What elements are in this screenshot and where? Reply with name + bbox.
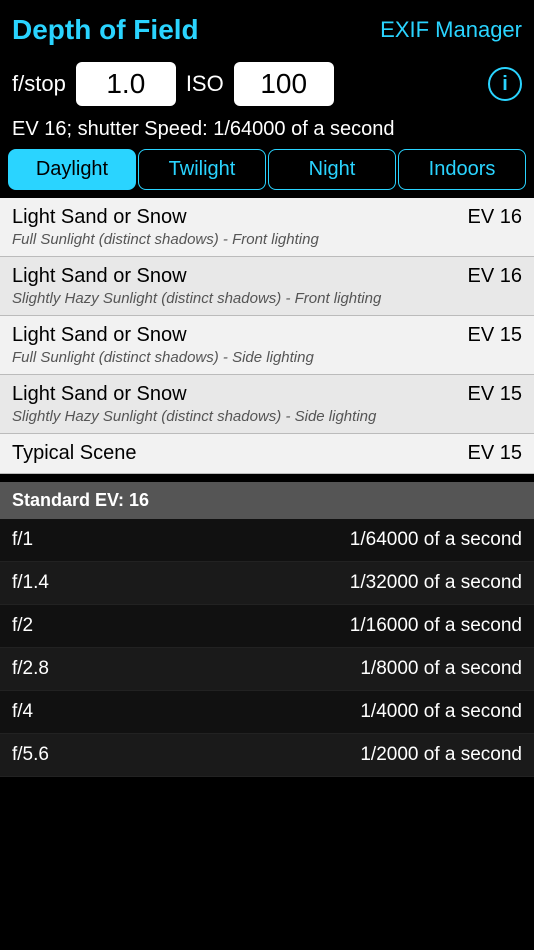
tab-indoors[interactable]: Indoors xyxy=(398,149,526,190)
ev-fstop: f/2.8 xyxy=(12,658,49,680)
ev-table-header: Standard EV: 16 xyxy=(0,482,534,519)
scene-ev: EV 15 xyxy=(468,383,522,406)
scene-name: Light Sand or Snow xyxy=(12,265,187,288)
scene-item[interactable]: Typical Scene EV 15 xyxy=(0,434,534,474)
tab-twilight[interactable]: Twilight xyxy=(138,149,266,190)
scene-ev: EV 16 xyxy=(468,206,522,229)
ev-table: Standard EV: 16 f/11/64000 of a secondf/… xyxy=(0,482,534,777)
scene-item[interactable]: Light Sand or Snow EV 16 Full Sunlight (di… xyxy=(0,198,534,257)
scene-name: Light Sand or Snow xyxy=(12,383,187,406)
ev-fstop: f/4 xyxy=(12,701,33,723)
app-title: Depth of Field xyxy=(12,14,199,46)
controls-row: f/stop ISO i xyxy=(0,56,534,112)
fstop-label: f/stop xyxy=(12,71,66,97)
scene-desc: Slightly Hazy Sunlight (distinct shadows… xyxy=(12,408,522,425)
fstop-input[interactable] xyxy=(76,62,176,106)
ev-table-rows: f/1 1/64000 of a second f/1.4 1/32000 of a … xyxy=(0,519,534,777)
scene-item[interactable]: Light Sand or Snow EV 16 Slightly Hazy Sun… xyxy=(0,257,534,316)
table-row: f/2.8 1/8000 of a second xyxy=(0,648,534,691)
iso-label: ISO xyxy=(186,71,224,97)
info-button[interactable]: i xyxy=(488,67,522,101)
ev-fstop: f/1.4 xyxy=(12,572,49,594)
scene-name: Typical Scene xyxy=(12,442,137,465)
scene-name: Light Sand or Snow xyxy=(12,324,187,347)
iso-input[interactable] xyxy=(234,62,334,106)
info-icon: i xyxy=(502,73,508,96)
tab-night[interactable]: Night xyxy=(268,149,396,190)
ev-shutter: 1/4000 of a second xyxy=(360,701,522,723)
ev-shutter: 1/16000 of a second xyxy=(350,615,522,637)
ev-status: EV 16; shutter Speed: 1/64000 of a secon… xyxy=(0,112,534,149)
table-row: f/1 1/64000 of a second xyxy=(0,519,534,562)
scene-ev: EV 16 xyxy=(468,265,522,288)
scene-item[interactable]: Light Sand or Snow EV 15 Slightly Hazy Sun… xyxy=(0,375,534,434)
ev-fstop: f/1 xyxy=(12,529,33,551)
exif-manager-link[interactable]: EXIF Manager xyxy=(380,17,522,43)
scene-ev: EV 15 xyxy=(468,442,522,465)
ev-shutter: 1/2000 of a second xyxy=(360,744,522,766)
scene-desc: Slightly Hazy Sunlight (distinct shadows… xyxy=(12,290,522,307)
scene-desc: Full Sunlight (distinct shadows) - Front… xyxy=(12,231,522,248)
scene-desc: Full Sunlight (distinct shadows) - Side … xyxy=(12,349,522,366)
ev-fstop: f/5.6 xyxy=(12,744,49,766)
ev-shutter: 1/64000 of a second xyxy=(350,529,522,551)
scene-list: Light Sand or Snow EV 16 Full Sunlight (di… xyxy=(0,198,534,474)
ev-fstop: f/2 xyxy=(12,615,33,637)
table-row: f/2 1/16000 of a second xyxy=(0,605,534,648)
tab-daylight[interactable]: Daylight xyxy=(8,149,136,190)
tab-bar: DaylightTwilightNightIndoors xyxy=(0,149,534,198)
table-row: f/4 1/4000 of a second xyxy=(0,691,534,734)
table-row: f/1.4 1/32000 of a second xyxy=(0,562,534,605)
scene-item[interactable]: Light Sand or Snow EV 15 Full Sunlight (di… xyxy=(0,316,534,375)
scene-ev: EV 15 xyxy=(468,324,522,347)
table-row: f/5.6 1/2000 of a second xyxy=(0,734,534,777)
header: Depth of Field EXIF Manager xyxy=(0,0,534,56)
ev-shutter: 1/32000 of a second xyxy=(350,572,522,594)
ev-shutter: 1/8000 of a second xyxy=(360,658,522,680)
scene-name: Light Sand or Snow xyxy=(12,206,187,229)
